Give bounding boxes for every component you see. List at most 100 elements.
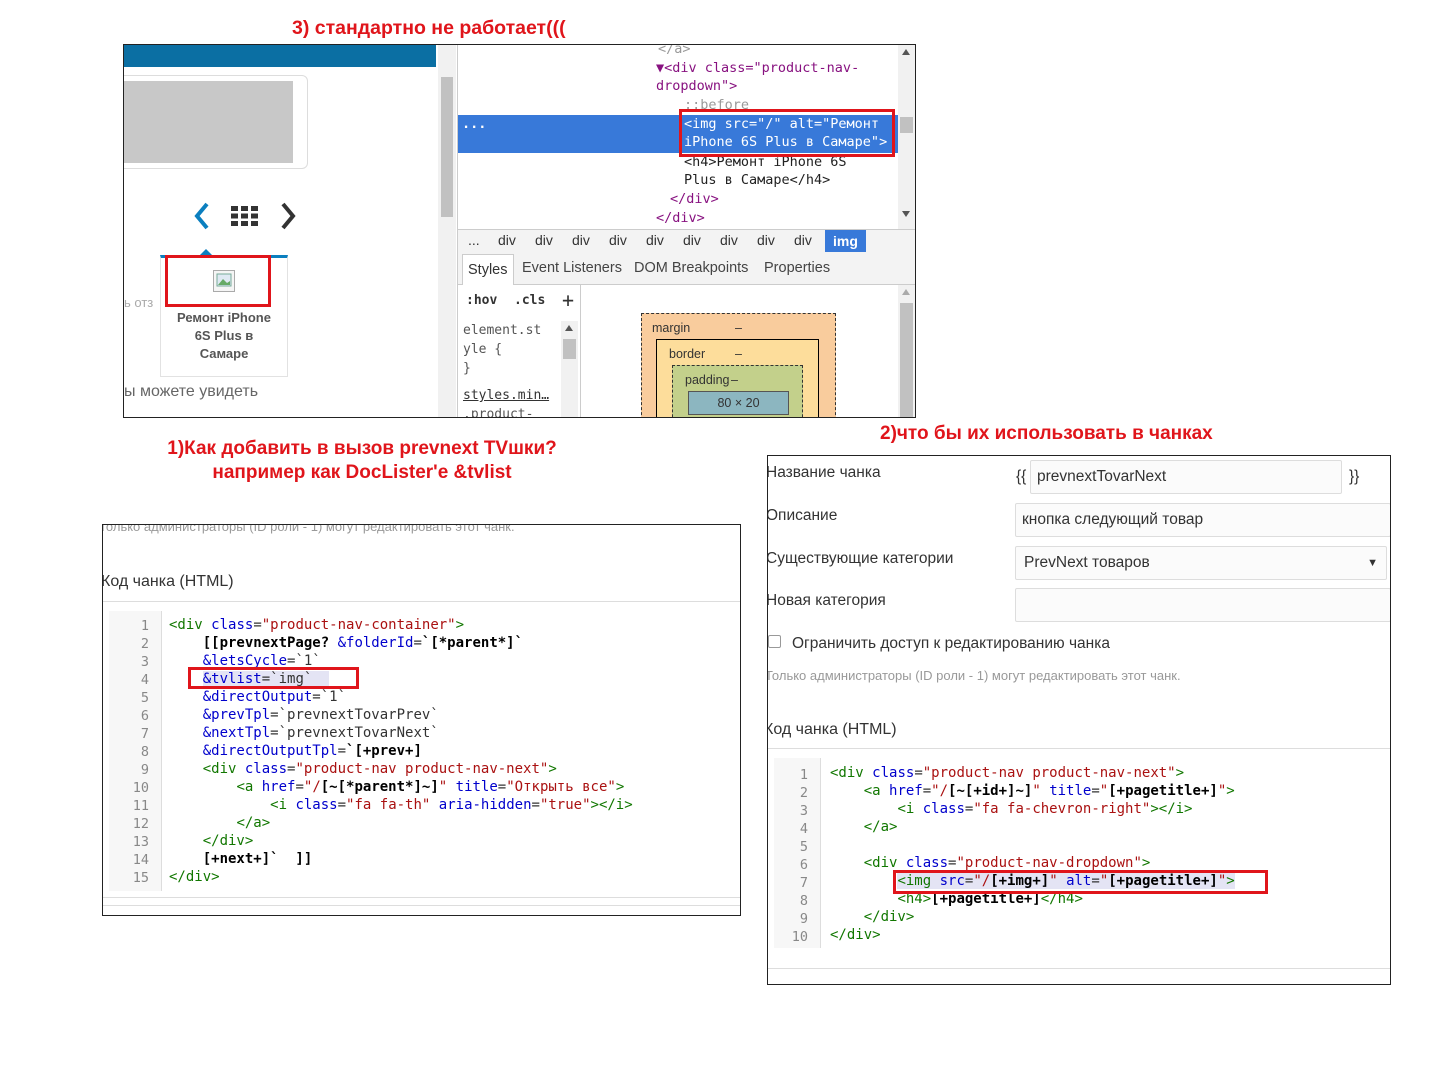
styles-filter-bar: :hov .cls + <box>458 285 580 315</box>
elements-scrollbar-thumb[interactable] <box>900 117 913 133</box>
partial-bottom-text: ы можете увидеть <box>124 383 259 400</box>
heading-use-in-chunks: 2)что бы их использовать в чанках <box>880 423 1213 444</box>
chunk-code-content[interactable]: <div class="product-nav product-nav-next… <box>830 764 1235 944</box>
new-category-label: Новая категория <box>767 592 886 609</box>
grid-icon[interactable] <box>230 205 260 227</box>
next-arrow-icon[interactable] <box>278 201 298 231</box>
box-model-diagram: margin – border – padding – 80 × 20 <box>641 313 836 417</box>
stylesheet-link[interactable]: styles.min… <box>463 386 559 405</box>
code-line-h4-2: Plus в Самаре</h4> <box>684 172 831 188</box>
site-header-bar <box>124 45 436 67</box>
description-input[interactable]: кнопка следующий товар <box>1015 503 1390 537</box>
devtools-panel: ... </a> ▼<div class="product-nav- dropd… <box>457 44 915 418</box>
scroll-down-icon[interactable] <box>902 211 910 217</box>
highlight-tvlist <box>188 667 359 689</box>
site-preview: Ремонт iPhone 6S Plus в Самаре ь отз ы м… <box>124 45 456 417</box>
breadcrumb: ... div div div div div div div div div … <box>458 229 915 253</box>
restrict-label: Ограничить доступ к редактированию чанка <box>792 635 1110 652</box>
rule-selector: element.st <box>463 323 542 338</box>
breadcrumb-div[interactable]: div <box>646 232 664 248</box>
chunk-code-content[interactable]: <div class="product-nav-container"> [[pr… <box>169 616 633 886</box>
rule-selector: yle { <box>463 342 503 357</box>
code-line-2[interactable]: ▼<div class="product-nav- <box>656 59 859 78</box>
code-label: Код чанка (HTML) <box>102 573 234 590</box>
breadcrumb-div[interactable]: div <box>535 232 553 248</box>
highlight-broken-image <box>165 255 271 307</box>
new-category-input[interactable] <box>1015 588 1390 622</box>
name-prefix: {{ <box>1016 468 1027 485</box>
margin-top-value: – <box>735 321 742 335</box>
divider <box>103 905 740 906</box>
image-placeholder <box>124 81 293 163</box>
rule-selector: .product- <box>463 407 534 418</box>
breadcrumb-img[interactable]: img <box>825 230 866 252</box>
browser-devtools-screenshot: Ремонт iPhone 6S Plus в Самаре ь отз ы м… <box>123 44 916 418</box>
image-placeholder-card <box>124 75 308 169</box>
border-box: border – padding – 80 × 20 <box>656 339 819 417</box>
border-top-value: – <box>735 347 742 361</box>
scroll-up-icon[interactable] <box>902 289 910 295</box>
divider <box>768 968 1390 969</box>
code-line-close-div-2: </div> <box>656 210 705 226</box>
card-title: Ремонт iPhone 6S Plus в Самаре <box>177 310 271 361</box>
box-model-scrollbar-thumb[interactable] <box>900 303 913 417</box>
breadcrumb-div[interactable]: div <box>683 232 701 248</box>
page-scrollbar[interactable] <box>438 45 456 417</box>
breadcrumb-div[interactable]: div <box>757 232 775 248</box>
padding-top-value: – <box>731 373 738 387</box>
styles-scrollbar-thumb[interactable] <box>563 339 576 359</box>
margin-label: margin <box>652 321 691 335</box>
divider <box>768 748 1390 749</box>
tab-properties[interactable]: Properties <box>764 260 830 276</box>
scroll-up-icon[interactable] <box>565 325 573 331</box>
breadcrumb-div[interactable]: div <box>720 232 738 248</box>
breadcrumb-div[interactable]: div <box>498 232 516 248</box>
restrict-note: Только администраторы (ID роли - 1) могу… <box>767 668 1181 683</box>
breadcrumb-div[interactable]: div <box>572 232 590 248</box>
elements-scrollbar[interactable] <box>898 45 915 229</box>
code-line-3: dropdown"> <box>656 78 738 94</box>
restrict-checkbox[interactable] <box>768 635 781 648</box>
code-editor[interactable]: 123 456 789 10 <div class="product-nav p… <box>774 758 1390 954</box>
chunk-editor-left: Только администраторы (ID роли - 1) могу… <box>102 524 741 916</box>
padding-box: padding – 80 × 20 <box>672 365 803 417</box>
category-select[interactable]: PrevNext товаров ▼ <box>1015 546 1387 580</box>
tab-styles[interactable]: Styles <box>462 254 514 285</box>
box-model-scrollbar[interactable] <box>898 285 915 417</box>
chunk-editor-right: Название чанка {{ prevnextTovarNext }} О… <box>767 455 1391 985</box>
code-line-close-div-1: </div> <box>670 191 719 207</box>
selected-ellipsis[interactable]: ... <box>462 115 486 134</box>
divider <box>103 601 740 602</box>
highlight-img-template <box>893 870 1268 894</box>
tab-dom-breakpoints[interactable]: DOM Breakpoints <box>634 260 748 276</box>
line-numbers: 123 456 789 10 11 12 13 14 15 <box>132 618 149 886</box>
breadcrumb-div[interactable]: div <box>794 232 812 248</box>
hov-toggle[interactable]: :hov <box>466 293 497 308</box>
breadcrumb-ellipsis[interactable]: ... <box>468 232 480 248</box>
styles-rules: element.st yle { } styles.min… .product- <box>463 321 559 418</box>
add-rule-icon[interactable]: + <box>562 288 574 312</box>
line-numbers: 123 456 789 10 <box>791 767 808 945</box>
chunk-name-label: Название чанка <box>767 464 881 481</box>
rule-close: } <box>463 361 471 376</box>
breadcrumb-div[interactable]: div <box>609 232 627 248</box>
page-scrollbar-thumb[interactable] <box>441 77 453 217</box>
admin-note: Только администраторы (ID роли - 1) могу… <box>102 524 515 534</box>
code-label: Код чанка (HTML) <box>767 721 897 738</box>
heading-question-tvlist: 1)Как добавить в вызов prevnext TVшки? н… <box>167 438 557 483</box>
description-label: Описание <box>767 507 838 524</box>
select-arrow-icon: ▼ <box>1367 557 1378 569</box>
partial-reviews-text: ь отз <box>124 295 154 310</box>
content-box: 80 × 20 <box>688 391 789 415</box>
category-label: Существующие категории <box>767 550 954 567</box>
prev-arrow-icon[interactable] <box>192 201 212 231</box>
tab-event-listeners[interactable]: Event Listeners <box>522 260 622 276</box>
cls-toggle[interactable]: .cls <box>514 293 545 308</box>
code-line-1: </a> <box>658 44 691 57</box>
code-editor[interactable]: 123 456 789 10 11 12 13 14 15 <div class="pr… <box>109 611 740 901</box>
chunk-name-input[interactable]: prevnextTovarNext <box>1030 460 1342 494</box>
styles-scrollbar[interactable] <box>561 321 578 417</box>
scroll-up-icon[interactable] <box>902 49 910 55</box>
name-suffix: }} <box>1349 468 1360 485</box>
heading-not-working: 3) стандартно не работает((( <box>292 17 566 39</box>
